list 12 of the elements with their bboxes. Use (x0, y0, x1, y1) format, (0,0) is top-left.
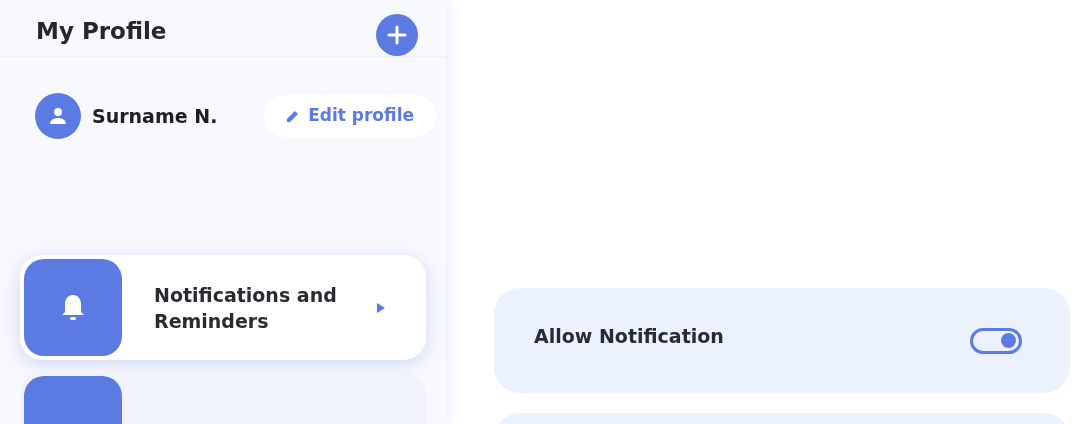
plus-icon (387, 25, 407, 45)
user-name: Surname N. (92, 103, 218, 129)
menu-item[interactable]: Notifications and Reminders (20, 255, 426, 360)
edit-profile-button[interactable]: Edit profile (264, 95, 436, 137)
setting-label: Allow Notification (534, 324, 724, 350)
menu-item-label: Notifications and Reminders (154, 282, 338, 334)
toggle-switch[interactable] (970, 327, 1022, 354)
play-arrow-icon (376, 301, 386, 314)
add-button[interactable] (376, 14, 418, 56)
sidebar-title: My Profile (36, 17, 167, 46)
avatar-icon (35, 93, 81, 139)
pencil-icon (286, 109, 301, 123)
